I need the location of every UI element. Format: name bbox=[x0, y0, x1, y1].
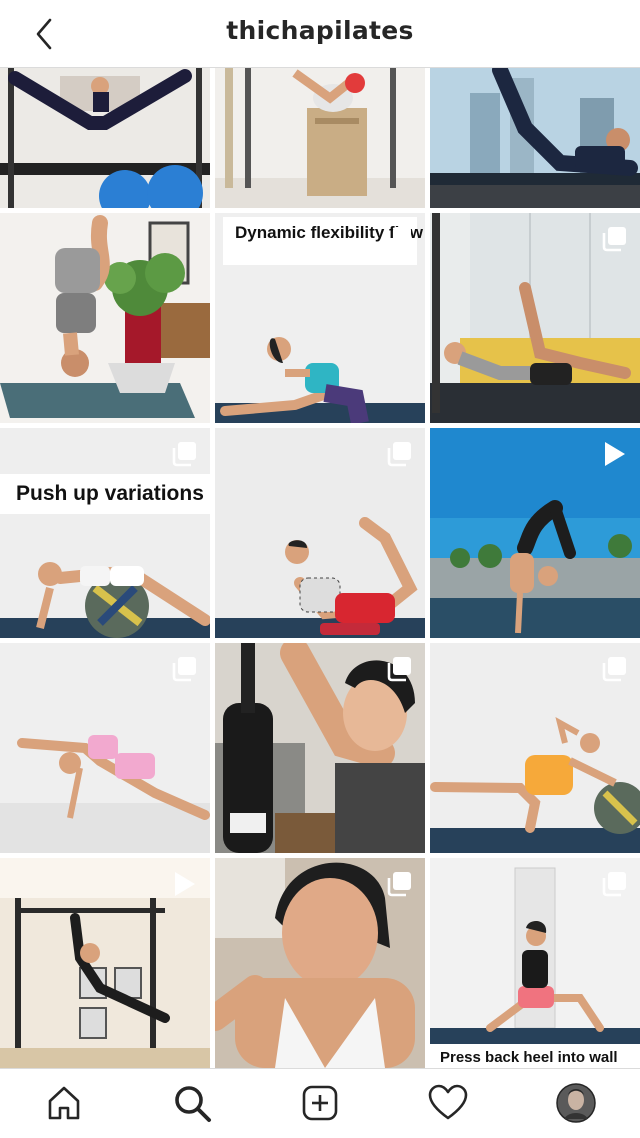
post-caption: Push up variations bbox=[0, 474, 210, 514]
carousel-icon bbox=[387, 872, 411, 897]
post-tile-8[interactable] bbox=[215, 428, 425, 638]
post-tile-1[interactable] bbox=[0, 68, 210, 208]
carousel-icon bbox=[602, 227, 626, 252]
home-icon bbox=[48, 1086, 80, 1120]
profile-tab[interactable] bbox=[554, 1081, 598, 1125]
post-tile-14[interactable] bbox=[215, 858, 425, 1068]
search-icon bbox=[175, 1086, 211, 1122]
carousel-icon bbox=[387, 227, 411, 252]
activity-heart-icon bbox=[428, 1084, 468, 1120]
new-post-tab[interactable] bbox=[298, 1081, 342, 1125]
profile-avatar bbox=[556, 1083, 596, 1123]
post-image bbox=[0, 68, 210, 208]
carousel-icon bbox=[172, 442, 196, 467]
posts-grid: Dynamic flexibility flow Push up variati… bbox=[0, 68, 640, 1068]
post-tile-7[interactable]: Push up variations bbox=[0, 428, 210, 638]
video-play-icon bbox=[175, 872, 195, 896]
carousel-icon bbox=[387, 442, 411, 467]
profile-username: thichapilates bbox=[226, 16, 414, 45]
top-bar: thichapilates bbox=[0, 0, 640, 68]
post-tile-10[interactable] bbox=[0, 643, 210, 853]
carousel-icon bbox=[172, 657, 196, 682]
carousel-icon bbox=[602, 657, 626, 682]
post-caption: Press back heel into wall bbox=[430, 1044, 640, 1068]
post-image bbox=[430, 68, 640, 208]
video-play-icon bbox=[605, 442, 625, 466]
activity-tab[interactable] bbox=[426, 1081, 470, 1125]
post-image bbox=[215, 68, 425, 208]
post-tile-11[interactable] bbox=[215, 643, 425, 853]
post-tile-13[interactable] bbox=[0, 858, 210, 1068]
post-tile-2[interactable] bbox=[215, 68, 425, 208]
new-post-icon bbox=[302, 1085, 338, 1121]
post-tile-3[interactable] bbox=[430, 68, 640, 208]
post-tile-5[interactable]: Dynamic flexibility flow bbox=[215, 213, 425, 423]
bottom-nav-bar bbox=[0, 1068, 640, 1138]
post-image bbox=[0, 213, 210, 423]
post-tile-6[interactable] bbox=[430, 213, 640, 423]
post-tile-9[interactable] bbox=[430, 428, 640, 638]
search-tab[interactable] bbox=[170, 1081, 214, 1125]
home-tab[interactable] bbox=[42, 1081, 86, 1125]
carousel-icon bbox=[387, 657, 411, 682]
post-tile-15[interactable]: Press back heel into wall bbox=[430, 858, 640, 1068]
carousel-icon bbox=[602, 872, 626, 897]
post-tile-4[interactable] bbox=[0, 213, 210, 423]
post-tile-12[interactable] bbox=[430, 643, 640, 853]
